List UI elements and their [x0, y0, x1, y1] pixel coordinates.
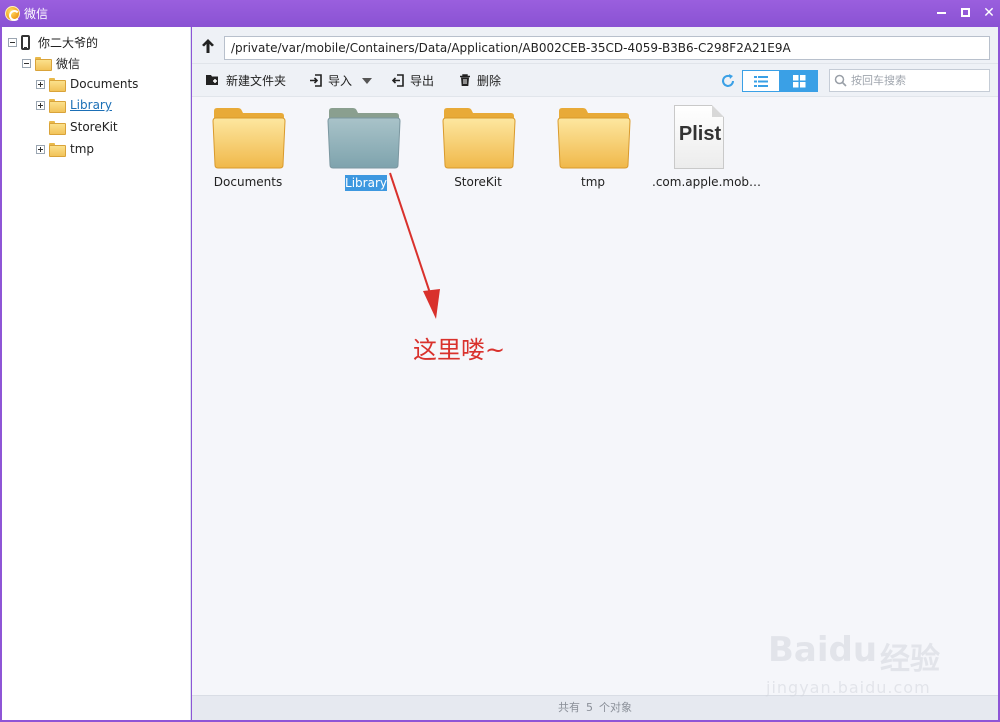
watermark-url: jingyan.baidu.com [766, 678, 931, 697]
folder-icon [212, 108, 286, 169]
sidebar-item-label: tmp [70, 142, 95, 156]
address-bar [192, 27, 998, 64]
tree-root-label: 你二大爷的 [38, 35, 99, 50]
collapse-toggle-icon[interactable] [22, 58, 31, 68]
minimize-button[interactable] [932, 4, 950, 22]
baidu-watermark: Baidu 经验 jingyan.baidu.com [760, 610, 990, 710]
expand-toggle-icon[interactable] [36, 79, 45, 89]
sidebar-item-label: StoreKit [70, 120, 118, 134]
annotation-arrow-icon [389, 172, 440, 319]
file-name: .com.apple.mobil... [652, 175, 764, 189]
file-grid: Documents Library StoreKit tmp Plist .co… [192, 98, 998, 695]
sidebar-tree: 你二大爷的 微信 Documents Library StoreKit tmp [2, 27, 191, 720]
minimize-icon [936, 12, 946, 14]
file-name: tmp [580, 175, 605, 189]
tree-app-node[interactable]: 微信 [22, 53, 80, 73]
app-window: 微信 ✕ 你二大爷的 微信 Documents Library StoreKit… [0, 0, 1000, 722]
new-folder-icon [206, 75, 218, 85]
collapse-toggle-icon[interactable] [8, 37, 17, 47]
grid-view-button[interactable] [780, 70, 818, 92]
title-bar[interactable]: 微信 ✕ [0, 0, 1000, 27]
export-label: 导出 [410, 73, 435, 88]
folder-icon [49, 121, 66, 135]
delete-label: 删除 [477, 73, 502, 88]
import-label: 导入 [328, 73, 353, 88]
status-count: 5 [586, 701, 593, 714]
tree-app-label: 微信 [56, 56, 81, 71]
list-view-button[interactable] [742, 70, 780, 92]
app-logo-icon [5, 6, 20, 21]
tree-root[interactable]: 你二大爷的 [8, 32, 98, 52]
file-item-plist[interactable]: Plist .com.apple.mobil... [652, 98, 764, 198]
grid-view-icon [792, 74, 805, 87]
expand-toggle-icon[interactable] [36, 100, 45, 110]
maximize-icon [960, 8, 970, 17]
close-icon: ✕ [983, 5, 995, 21]
new-folder-button[interactable]: 新建文件夹 [206, 71, 286, 89]
folder-icon [557, 108, 631, 169]
export-button[interactable]: 导出 [391, 71, 434, 89]
arrow-up-icon [202, 39, 214, 53]
trash-icon [460, 73, 470, 86]
status-prefix: 共有 [558, 701, 580, 714]
sidebar-item-library[interactable]: Library [36, 95, 112, 115]
close-button[interactable]: ✕ [980, 4, 998, 22]
file-name: Documents [213, 175, 283, 189]
up-directory-button[interactable] [200, 37, 216, 55]
export-icon [391, 73, 404, 87]
folder-icon [49, 99, 66, 113]
toolbar: 新建文件夹 导入 导出 删除 按回车搜索 [192, 64, 998, 97]
import-dropdown-icon[interactable] [362, 78, 372, 84]
sidebar-item-label: Documents [70, 77, 139, 91]
delete-button[interactable]: 删除 [459, 71, 501, 89]
list-view-icon [754, 75, 768, 87]
new-folder-label: 新建文件夹 [226, 73, 287, 88]
watermark-logo-cn: 经验 [880, 642, 940, 677]
folder-icon [49, 143, 66, 157]
folder-icon [35, 57, 52, 71]
sidebar-item-documents[interactable]: Documents [36, 74, 138, 94]
search-icon [834, 74, 847, 87]
folder-icon [49, 78, 66, 92]
maximize-button[interactable] [956, 4, 974, 22]
window-title: 微信 [24, 7, 49, 21]
expand-toggle-icon[interactable] [36, 144, 45, 154]
plist-icon-text: Plist [678, 123, 722, 145]
plist-file-icon: Plist [674, 105, 724, 169]
refresh-button[interactable] [720, 73, 736, 89]
phone-icon [21, 34, 30, 50]
path-input[interactable] [224, 36, 990, 60]
view-mode-toggle [742, 70, 818, 92]
status-suffix: 个对象 [599, 701, 632, 714]
import-icon [310, 73, 322, 87]
file-item-tmp[interactable]: tmp [537, 98, 649, 198]
sidebar-item-storekit[interactable]: StoreKit [36, 117, 118, 137]
folder-icon [442, 108, 516, 169]
sidebar-item-tmp[interactable]: tmp [36, 139, 94, 159]
watermark-logo: Baidu [768, 630, 878, 670]
refresh-icon [722, 74, 734, 87]
file-item-documents[interactable]: Documents [192, 98, 304, 198]
search-input[interactable] [851, 74, 981, 87]
folder-icon [327, 108, 401, 169]
import-button[interactable]: 导入 [309, 71, 352, 89]
annotation-text: 这里喽~ [413, 336, 506, 364]
search-box[interactable] [829, 69, 990, 92]
sidebar-item-label: Library [70, 98, 112, 112]
